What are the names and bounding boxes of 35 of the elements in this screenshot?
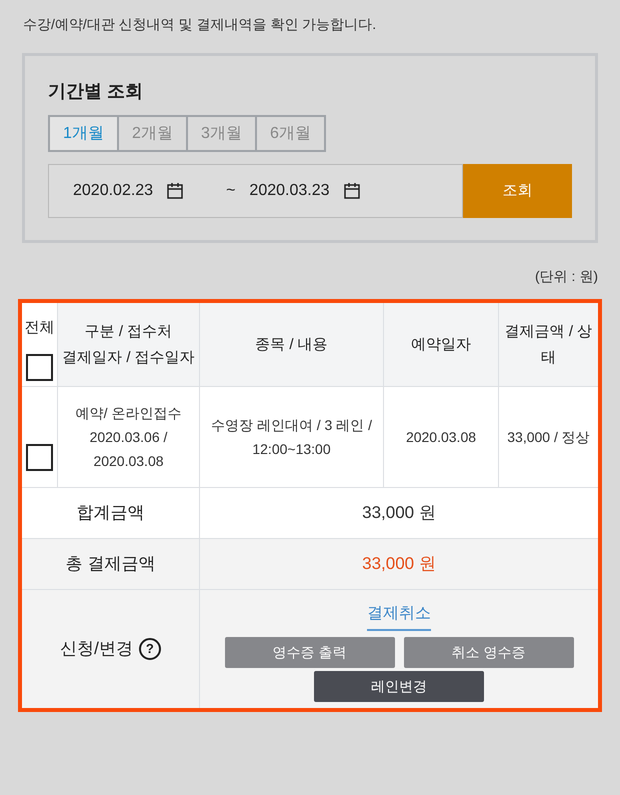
column-header: 결제금액 / 상태 xyxy=(504,322,594,368)
column-header: 예약일자 xyxy=(411,334,471,354)
action-button[interactable]: 레인변경 xyxy=(314,671,484,702)
table-cell-text: 수영장 레인대여 / 3 레인 / 12:00~13:00 xyxy=(210,416,372,459)
date-range-field[interactable]: 2020.02.23 ~ 2020.03.23 xyxy=(48,164,463,218)
calendar-icon[interactable] xyxy=(342,182,360,200)
start-date: 2020.02.23 xyxy=(73,181,154,201)
calendar-icon[interactable] xyxy=(166,182,184,200)
panel-title: 기간별 조회 xyxy=(48,80,144,103)
period-tab[interactable]: 3개월 xyxy=(186,115,257,152)
checkbox[interactable] xyxy=(26,444,53,471)
range-separator: ~ xyxy=(226,181,236,201)
period-tab[interactable]: 6개월 xyxy=(255,115,326,152)
table-cell-text: 33,000 / 정상 xyxy=(507,428,590,447)
search-button[interactable]: 조회 xyxy=(463,164,572,218)
column-header: 전체 xyxy=(24,318,54,338)
checkbox[interactable] xyxy=(26,354,53,380)
summary-label: 합계금액 xyxy=(76,502,144,524)
cancel-payment-link[interactable]: 결제취소 xyxy=(367,602,431,631)
period-tab[interactable]: 2개월 xyxy=(117,115,188,152)
unit-note: (단위 : 원) xyxy=(535,267,598,286)
table-cell-text: 2020.03.08 xyxy=(406,428,476,447)
help-icon[interactable]: ? xyxy=(138,638,161,660)
action-button[interactable]: 영수증 출력 xyxy=(224,637,394,668)
column-header: 종목 / 내용 xyxy=(255,334,328,354)
intro-text: 수강/예약/대관 신청내역 및 결제내역을 확인 가능합니다. xyxy=(23,15,378,34)
end-date: 2020.03.23 xyxy=(249,181,330,201)
action-button[interactable]: 취소 영수증 xyxy=(404,637,574,668)
summary-label: 총 결제금액 xyxy=(66,553,156,576)
column-header: 구분 / 접수처 결제일자 / 접수일자 xyxy=(62,322,195,368)
summary-value: 33,000 원 xyxy=(362,553,436,576)
table-cell-text: 예약/ 온라인접수 2020.03.06 / 2020.03.08 xyxy=(76,404,182,471)
period-tab[interactable]: 1개월 xyxy=(48,115,119,152)
action-label: 신청/변경 xyxy=(60,638,133,660)
summary-value: 33,000 원 xyxy=(362,502,436,524)
